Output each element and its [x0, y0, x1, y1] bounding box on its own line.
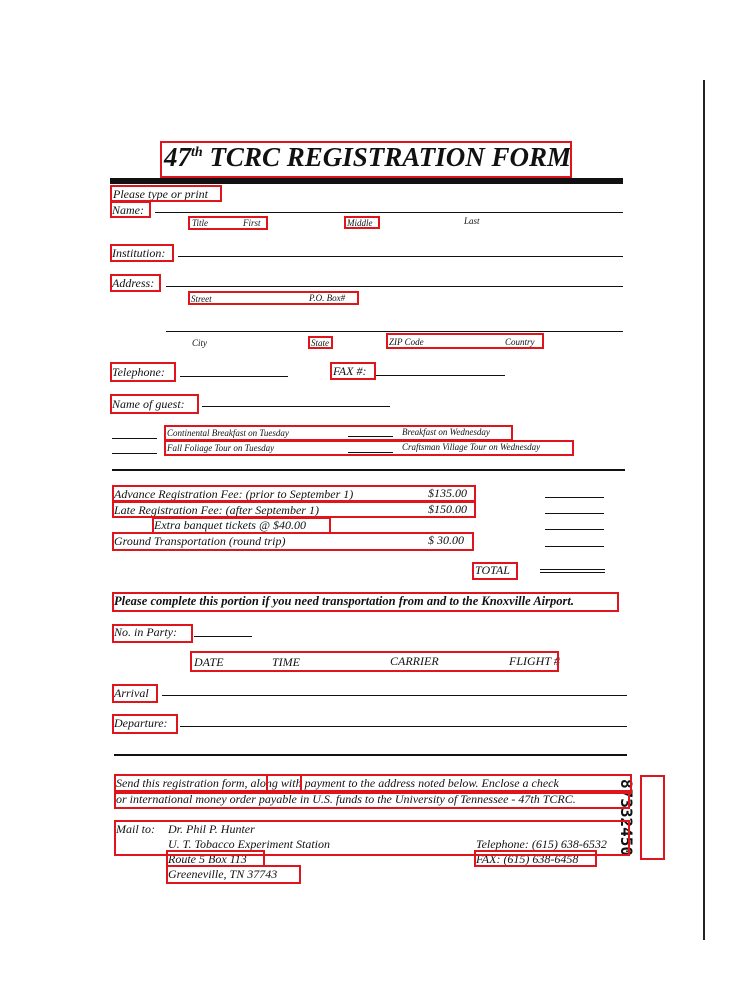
scan-edge-line [703, 80, 705, 940]
annotation-box [110, 185, 222, 202]
event-blank-1[interactable] [112, 438, 157, 439]
annotation-box [190, 651, 559, 672]
annotation-box [110, 394, 199, 414]
annotation-box [110, 244, 174, 262]
annotation-box [330, 362, 376, 380]
annotation-box [640, 775, 665, 860]
annotation-box [164, 425, 513, 441]
annotation-box [112, 624, 193, 643]
name-field[interactable] [155, 212, 623, 213]
annotation-box [110, 362, 176, 382]
annotation-box [188, 291, 359, 305]
event-blank-3[interactable] [112, 453, 157, 454]
annotation-box [308, 336, 333, 349]
annotation-box [474, 850, 597, 867]
annotation-box [114, 790, 630, 809]
annotation-box [112, 684, 158, 703]
departure-field[interactable] [180, 726, 627, 727]
address-field-line1[interactable] [166, 286, 623, 287]
section-divider-1 [112, 469, 625, 471]
annotation-box [110, 274, 161, 292]
fee-late-blank[interactable] [545, 513, 604, 514]
total-field-top[interactable] [540, 569, 605, 570]
title-rule [110, 178, 623, 184]
annotation-box [166, 865, 301, 884]
institution-field[interactable] [178, 256, 623, 257]
section-divider-2 [114, 754, 627, 756]
annotation-box [164, 440, 574, 456]
annotation-box [112, 501, 476, 518]
annotation-box [112, 532, 474, 551]
annotation-box [160, 141, 572, 178]
annotation-box [188, 216, 268, 230]
fax-field[interactable] [374, 375, 505, 376]
annotation-box [112, 714, 178, 734]
name-last-caption: Last [464, 216, 480, 226]
fee-ground-blank[interactable] [545, 546, 604, 547]
annotation-box [344, 216, 380, 229]
annotation-box [110, 201, 151, 218]
arrival-field[interactable] [162, 695, 627, 696]
annotation-box [112, 485, 476, 502]
annotation-box [472, 562, 518, 580]
annotation-box [386, 333, 544, 349]
address-field-line2[interactable] [166, 331, 623, 332]
fee-banquet-blank[interactable] [545, 529, 604, 530]
fee-advance-blank[interactable] [545, 497, 604, 498]
telephone-field[interactable] [180, 376, 288, 377]
city-caption: City [192, 338, 207, 348]
guest-field[interactable] [202, 406, 390, 407]
annotation-box [112, 592, 619, 612]
party-field[interactable] [194, 636, 252, 637]
total-field-bottom [540, 572, 605, 573]
